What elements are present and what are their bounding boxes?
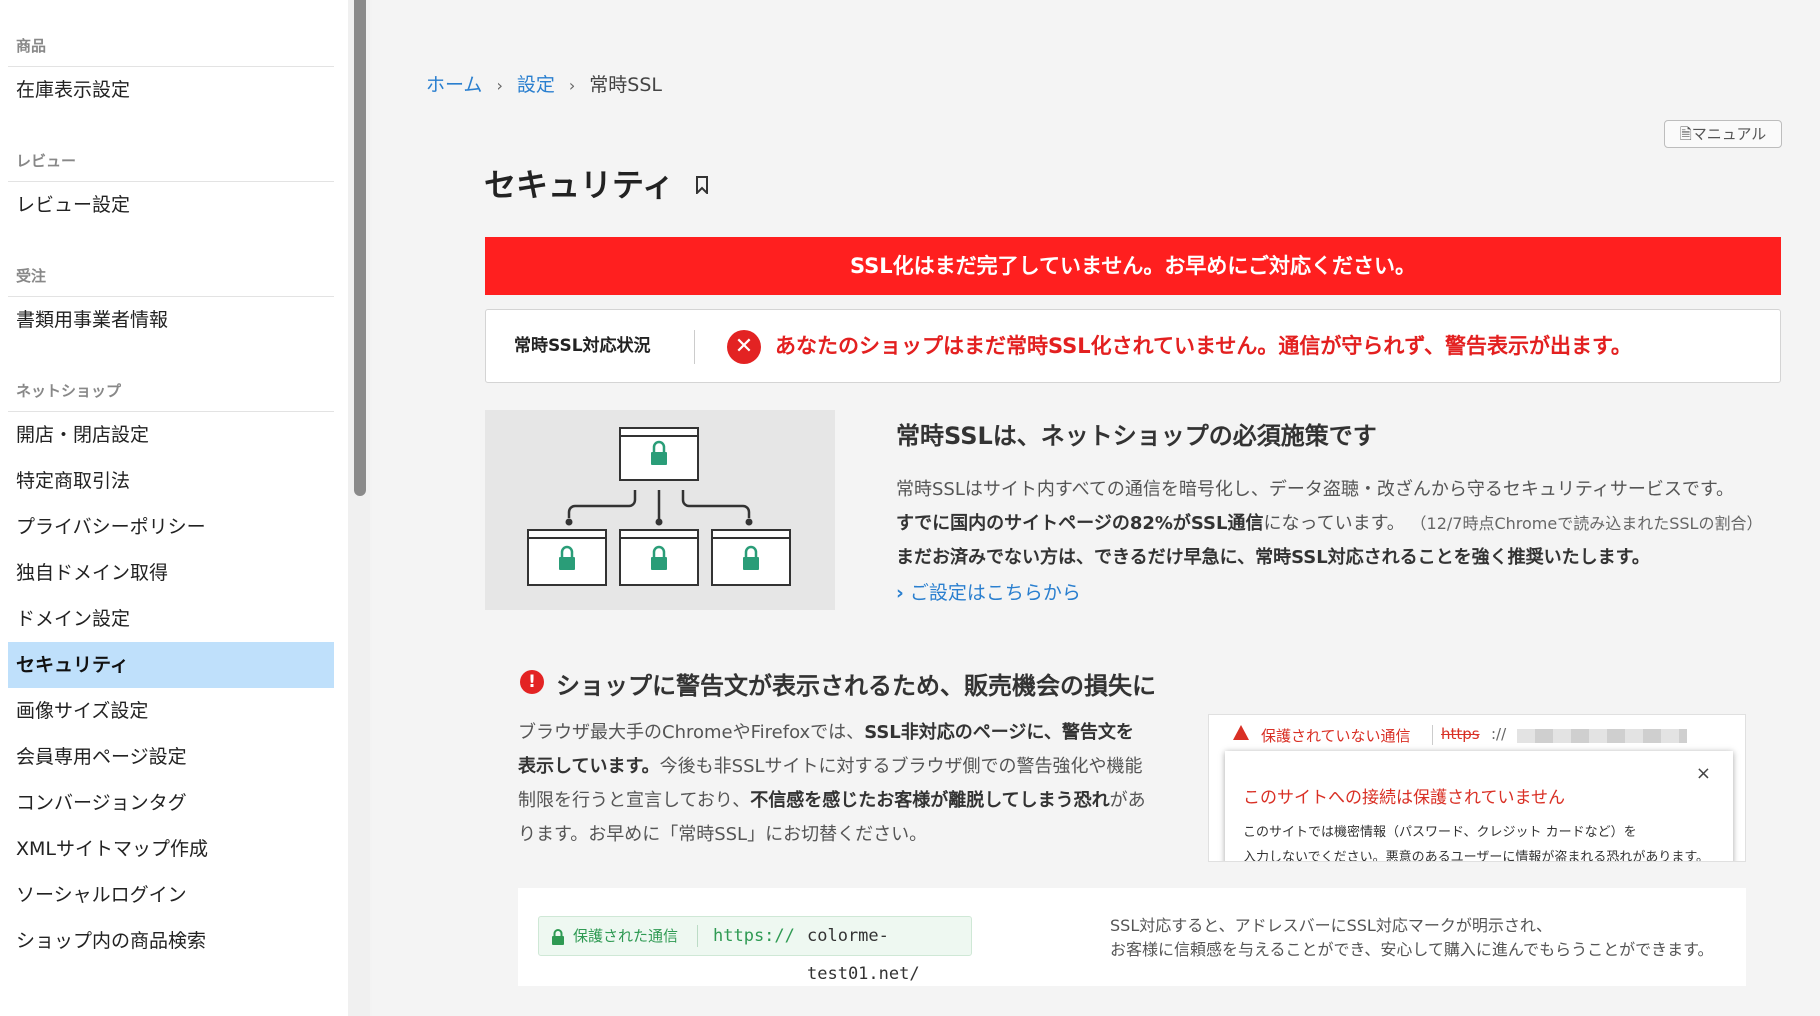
document-icon: 🗎 [1679, 125, 1692, 143]
mock-https-tail: :// [1491, 725, 1507, 743]
sidebar-item-conversion-tag[interactable]: コンバージョンタグ [8, 780, 334, 826]
warning-triangle-icon [1233, 725, 1249, 740]
sidebar-section-title: 受注 [8, 256, 334, 297]
sidebar-section-title: 商品 [8, 26, 334, 67]
intro-highlight: すでに国内のサイトページの82%がSSL通信 [896, 513, 1264, 534]
warning-highlight: SSL非対応のページに、警告文を [864, 722, 1134, 743]
sidebar-item-domain-settings[interactable]: ドメイン設定 [8, 596, 334, 642]
sidebar-item-security[interactable]: セキュリティ [8, 642, 334, 688]
close-icon: × [1695, 763, 1711, 784]
mock-popup-text: 入力しないでください。悪意のあるユーザーに情報が盗まれる恐れがあります。 [1243, 850, 1710, 862]
warning-text-line: 制限を行うと宣言しており、不信感を感じたお客様が離脱してしまう恐れがあ [518, 786, 1146, 812]
sidebar-item-open-close[interactable]: 開店・閉店設定 [8, 412, 334, 458]
breadcrumb-current: 常時SSL [589, 74, 662, 96]
sidebar-section-review: レビュー レビュー設定 [8, 141, 334, 228]
ssl-status-label: 常時SSL対応状況 [514, 336, 651, 356]
intro-title: 常時SSLは、ネットショップの必須施策です [896, 422, 1377, 450]
breadcrumb-separator: › [496, 76, 503, 95]
sidebar: 商品 在庫表示設定 レビュー レビュー設定 受注 書類用事業者情報 ネットショッ… [0, 0, 348, 1016]
sidebar-item-member-page[interactable]: 会員専用ページ設定 [8, 734, 334, 780]
mock-popup-text: このサイトでは機密情報（パスワード、クレジット カードなど）を [1243, 825, 1637, 840]
error-x-icon: ✕ [727, 330, 761, 364]
mock-blurred-url [1517, 729, 1687, 743]
manual-button[interactable]: 🗎マニュアル [1664, 120, 1782, 148]
secure-description: SSL対応すると、アドレスバーにSSL対応マークが明示され、 [1110, 916, 1552, 935]
intro-text-line: 常時SSLはサイト内すべての通信を暗号化し、データ盗聴・改ざんから守るセキュリテ… [896, 479, 1735, 500]
sidebar-item-domain-acquire[interactable]: 独自ドメイン取得 [8, 550, 334, 596]
secure-example-box: 保護された通信 https:// colorme-test01.net/ SSL… [518, 888, 1746, 986]
mock-insecure-label: 保護されていない通信 [1261, 727, 1411, 745]
warning-highlight: 表示しています。 [518, 756, 660, 777]
breadcrumb: ホーム › 設定 › 常時SSL [426, 70, 662, 97]
mock-address-bar: 保護されていない通信 https :// [1209, 715, 1745, 753]
warning-text: ブラウザ最大手のChromeやFirefoxでは、 [518, 722, 865, 743]
intro-recommendation: まだお済みでない方は、できるだけ早急に、常時SSL対応されることを強く推奨いたし… [896, 547, 1650, 568]
sidebar-item-review-settings[interactable]: レビュー設定 [8, 182, 334, 228]
sidebar-item-product-search[interactable]: ショップ内の商品検索 [8, 918, 334, 964]
bookmark-icon[interactable] [696, 176, 708, 194]
sidebar-section-title: ネットショップ [8, 371, 334, 412]
warning-title: ショップに警告文が表示されるため、販売機会の損失に [556, 672, 1156, 700]
breadcrumb-settings-link[interactable]: 設定 [517, 74, 555, 96]
warning-text-line: 表示しています。今後も非SSLサイトに対するブラウザ側での警告強化や機能 [518, 752, 1143, 778]
sidebar-item-social-login[interactable]: ソーシャルログイン [8, 872, 334, 918]
sidebar-item-stock-display[interactable]: 在庫表示設定 [8, 67, 334, 113]
sidebar-item-xml-sitemap[interactable]: XMLサイトマップ作成 [8, 826, 334, 872]
secure-description: お客様に信頼感を与えることができ、安心して購入に進んでもらうことができます。 [1110, 940, 1714, 959]
lock-icon [552, 929, 564, 945]
exclamation-icon: ! [520, 670, 544, 694]
sidebar-section-product: 商品 在庫表示設定 [8, 26, 334, 113]
sidebar-section-orders: 受注 書類用事業者情報 [8, 256, 334, 343]
intro-text-line: すでに国内のサイトページの82%がSSL通信になっています。 （12/7時点Ch… [896, 509, 1762, 535]
warning-text: 今後も非SSLサイトに対するブラウザ側での警告強化や機能 [659, 756, 1143, 777]
main-content: ホーム › 設定 › 常時SSL 🗎マニュアル セキュリティ SSL化はまだ完了していま… [372, 0, 1820, 1016]
mock-https-strike: https [1441, 725, 1480, 743]
mock-popup-title: このサイトへの接続は保護されていません [1243, 788, 1565, 808]
secure-address-bar: 保護された通信 https:// colorme-test01.net/ [538, 916, 972, 984]
status-divider [694, 330, 695, 364]
ssl-status-message: あなたのショップはまだ常時SSL化されていません。通信が守られず、警告表示が出ま… [775, 334, 1632, 358]
sidebar-item-privacy-policy[interactable]: プライバシーポリシー [8, 504, 334, 550]
sidebar-section-netshop: ネットショップ 開店・閉店設定 特定商取引法 プライバシーポリシー 独自ドメイン… [8, 371, 334, 964]
sidebar-item-image-size[interactable]: 画像サイズ設定 [8, 688, 334, 734]
ssl-settings-link-label: ご設定はこちらから [909, 582, 1081, 604]
warning-highlight: 不信感を感じたお客様が離脱してしまう恐れ [750, 790, 1110, 811]
ssl-network-diagram [485, 410, 835, 610]
page-title: セキュリティ [484, 166, 675, 204]
sidebar-item-commerce-law[interactable]: 特定商取引法 [8, 458, 334, 504]
warning-text: があ [1109, 790, 1146, 811]
intro-note: （12/7時点Chromeで読み込まれたSSLの割合） [1410, 514, 1763, 533]
secure-separator [697, 925, 698, 947]
warning-text: 制限を行うと宣言しており、 [518, 790, 751, 811]
breadcrumb-home-link[interactable]: ホーム [426, 74, 482, 96]
insecure-browser-mockup: 保護されていない通信 https :// × このサイトへの接続は保護されていま… [1208, 714, 1746, 862]
ssl-alert-banner: SSL化はまだ完了していません。お早めにご対応ください。 [485, 237, 1781, 295]
mock-separator [1432, 725, 1433, 745]
breadcrumb-separator: › [568, 76, 576, 95]
intro-text-line: まだお済みでない方は、できるだけ早急に、常時SSL対応されることを強く推奨いたし… [896, 543, 1650, 569]
secure-url-prefix: https:// [713, 926, 795, 946]
chevron-right-icon: › [896, 582, 904, 604]
manual-button-label: マニュアル [1691, 125, 1767, 143]
intro-text: になっています。 [1263, 513, 1405, 534]
secure-label: 保護された通信 [573, 927, 679, 945]
ssl-settings-link[interactable]: › ご設定はこちらから [896, 578, 1081, 605]
secure-url: colorme-test01.net/ [807, 926, 920, 984]
sidebar-section-title: レビュー [8, 141, 334, 182]
warning-text-line: ブラウザ最大手のChromeやFirefoxでは、SSL非対応のページに、警告文… [518, 718, 1134, 744]
sidebar-item-business-info[interactable]: 書類用事業者情報 [8, 297, 334, 343]
mock-warning-popup: × このサイトへの接続は保護されていません このサイトでは機密情報（パスワード、… [1225, 751, 1733, 862]
ssl-status-box: 常時SSL対応状況 ✕ あなたのショップはまだ常時SSL化されていません。通信が… [485, 309, 1781, 383]
sidebar-scrollbar-thumb[interactable] [354, 0, 366, 496]
warning-text-line: ります。お早めに「常時SSL」にお切替ください。 [518, 824, 928, 845]
